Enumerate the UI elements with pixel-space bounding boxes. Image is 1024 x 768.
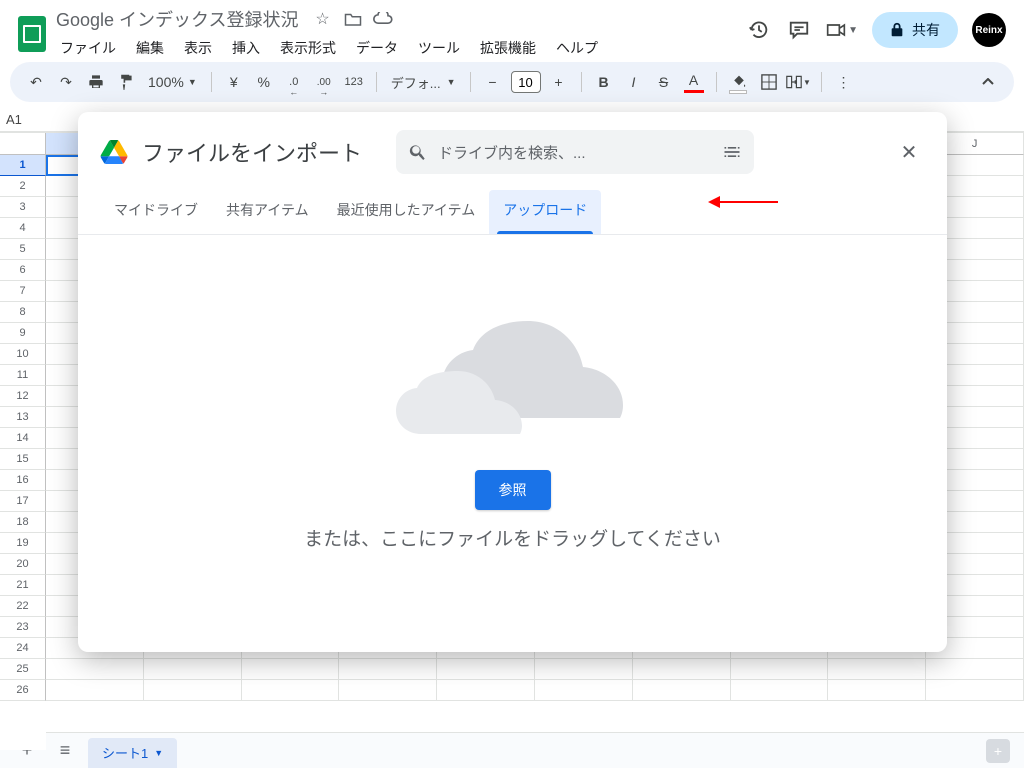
drive-logo-icon — [100, 140, 128, 164]
close-dialog-button[interactable]: ✕ — [893, 136, 925, 168]
dialog-tabs: マイドライブ 共有アイテム 最近使用したアイテム アップロード — [78, 180, 947, 235]
search-placeholder: ドライブ内を検索、... — [438, 142, 712, 163]
upload-cloud-illustration — [383, 296, 643, 446]
tab-upload[interactable]: アップロード — [489, 190, 601, 234]
search-options-icon[interactable] — [722, 142, 742, 162]
tab-recent[interactable]: 最近使用したアイテム — [323, 190, 490, 234]
drag-instruction-text: または、ここにファイルをドラッグしてください — [304, 524, 721, 551]
annotation-arrow — [708, 198, 778, 206]
tab-my-drive[interactable]: マイドライブ — [100, 190, 212, 234]
drive-search-box[interactable]: ドライブ内を検索、... — [396, 130, 754, 174]
browse-button[interactable]: 参照 — [475, 470, 551, 510]
import-file-dialog: ファイルをインポート ドライブ内を検索、... ✕ マイドライブ 共有アイテム … — [78, 112, 947, 652]
tab-shared[interactable]: 共有アイテム — [212, 190, 323, 234]
dialog-title: ファイルをインポート — [142, 136, 362, 168]
search-icon — [408, 142, 428, 162]
